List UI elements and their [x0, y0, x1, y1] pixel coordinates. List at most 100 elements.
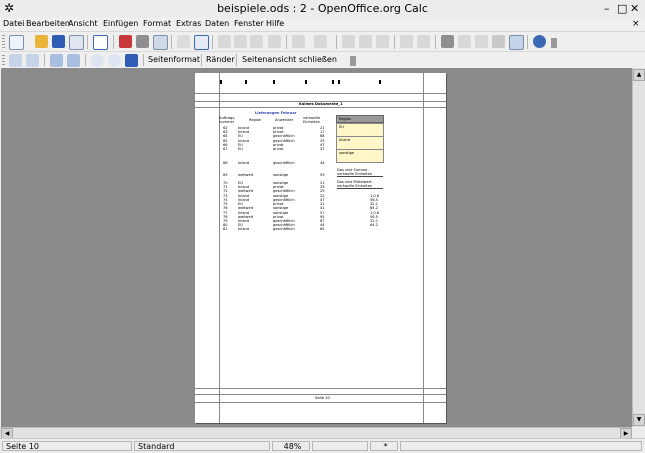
column-marker[interactable] [220, 80, 222, 84]
menu-fenster[interactable]: Fenster [234, 19, 264, 28]
status-page[interactable]: Seite 10 [2, 441, 132, 451]
maximize-button[interactable]: □ [617, 2, 627, 15]
side-value-eu: EU [339, 125, 344, 129]
status-sum [400, 441, 642, 451]
table-cell-units: 59 [320, 173, 325, 177]
col-header-units: verkaufte Einheiten [303, 116, 321, 124]
table-cell-user: geschäftlich [273, 227, 295, 231]
menu-bearbeiten[interactable]: Bearbeiten [26, 19, 70, 28]
menu-ansicht[interactable]: Ansicht [68, 19, 98, 28]
autospellcheck-icon[interactable] [194, 35, 209, 50]
export-pdf-icon[interactable] [119, 35, 132, 48]
hyperlink-icon[interactable] [342, 35, 355, 48]
close-button[interactable]: ✕ [630, 2, 639, 15]
help-icon[interactable] [533, 35, 546, 48]
side-note-average: Das sind Mittelwert - verkaufte Einheite… [337, 180, 383, 189]
next-page-icon[interactable] [26, 54, 39, 67]
table-cell-region: EU [238, 147, 243, 151]
toolbar-grip[interactable] [2, 55, 5, 66]
scroll-down-button[interactable]: ▼ [633, 414, 645, 426]
first-page-icon[interactable] [50, 54, 63, 67]
redo-icon[interactable] [314, 35, 327, 48]
footer-margin-line[interactable] [195, 402, 446, 403]
zoom-out-icon[interactable] [108, 54, 121, 67]
new-document-icon[interactable] [9, 35, 24, 50]
table-cell-units: 44 [320, 161, 325, 165]
table-cell-user: geschäftlich [273, 189, 295, 193]
column-marker[interactable] [379, 80, 381, 84]
copy-icon[interactable] [234, 35, 247, 48]
menu-hilfe[interactable]: Hilfe [266, 19, 284, 28]
close-preview-button[interactable]: Seitenansicht schließen [242, 55, 337, 64]
margins-button[interactable]: Ränder [206, 55, 235, 64]
left-margin-line[interactable] [219, 73, 220, 423]
table-cell-order: 81 [223, 227, 228, 231]
column-marker[interactable] [338, 80, 340, 84]
menu-format[interactable]: Format [143, 19, 171, 28]
menu-extras[interactable]: Extras [176, 19, 201, 28]
find-replace-icon[interactable] [441, 35, 454, 48]
vertical-scrollbar[interactable]: ▲ ▼ [632, 68, 645, 427]
toolbar-overflow-icon[interactable] [551, 38, 557, 48]
minimize-button[interactable]: – [604, 2, 610, 15]
email-icon[interactable] [69, 35, 84, 50]
right-value-cell: 64.2 [370, 206, 379, 210]
sort-ascending-icon[interactable] [359, 35, 372, 48]
document-close-icon[interactable]: × [632, 19, 640, 29]
table-cell-order: 67 [223, 147, 228, 151]
table-cell-user: sonstige [273, 173, 289, 177]
table-cell-units: 41 [320, 206, 325, 210]
side-value-sonstige: sonstige [339, 151, 355, 155]
column-marker[interactable] [245, 80, 247, 84]
format-paintbrush-icon[interactable] [268, 35, 281, 48]
preview-page: Kalmes Dokumente_1 Seite 10 Lieferungen … [195, 73, 446, 423]
table-cell-user: privat [273, 147, 284, 151]
table-cell-region: weltweit [238, 189, 254, 193]
standard-toolbar [0, 31, 645, 52]
toolbar-overflow-icon[interactable] [350, 56, 356, 66]
paste-icon[interactable] [250, 35, 263, 48]
status-page-style[interactable]: Standard [134, 441, 270, 451]
page-footer: Seite 10 [315, 396, 330, 400]
zoom-icon[interactable] [509, 35, 524, 50]
edit-file-icon[interactable] [93, 35, 108, 50]
side-note-sum: Das sind Summe - verkaufte Einheiten [337, 168, 383, 177]
navigator-icon[interactable] [458, 35, 471, 48]
column-marker[interactable] [305, 80, 307, 84]
status-modified[interactable]: * [370, 441, 398, 451]
side-header: Region [339, 117, 352, 121]
col-header-region: Region [249, 118, 262, 122]
undo-icon[interactable] [292, 35, 305, 48]
cut-icon[interactable] [218, 35, 231, 48]
col-header-user: Anwender [275, 118, 294, 122]
page-preview-icon[interactable] [153, 35, 168, 50]
page-format-button[interactable]: Seitenformat [148, 55, 200, 64]
sort-descending-icon[interactable] [376, 35, 389, 48]
last-page-icon[interactable] [67, 54, 80, 67]
scroll-up-button[interactable]: ▲ [633, 69, 645, 81]
table-cell-order: 64 [223, 134, 228, 138]
status-insert-mode[interactable] [312, 441, 368, 451]
header-margin-line[interactable] [195, 93, 446, 94]
table-cell-region: Inland [238, 227, 250, 231]
show-draw-functions-icon[interactable] [417, 35, 430, 48]
menu-datei[interactable]: Datei [3, 19, 24, 28]
full-screen-icon[interactable] [125, 54, 138, 67]
right-margin-line[interactable] [423, 73, 424, 423]
toolbar-grip[interactable] [2, 35, 5, 49]
save-icon[interactable] [52, 35, 65, 48]
column-marker[interactable] [273, 80, 275, 84]
open-folder-icon[interactable] [35, 35, 48, 48]
menu-einfuegen[interactable]: Einfügen [103, 19, 138, 28]
column-marker[interactable] [332, 80, 334, 84]
print-icon[interactable] [136, 35, 149, 48]
insert-chart-icon[interactable] [400, 35, 413, 48]
table-cell-region: weltweit [238, 206, 254, 210]
data-sources-icon[interactable] [492, 35, 505, 48]
zoom-in-icon[interactable] [91, 54, 104, 67]
menu-daten[interactable]: Daten [205, 19, 229, 28]
spellcheck-icon[interactable] [177, 35, 190, 48]
previous-page-icon[interactable] [9, 54, 22, 67]
status-zoom[interactable]: 48% [272, 441, 310, 451]
gallery-icon[interactable] [475, 35, 488, 48]
